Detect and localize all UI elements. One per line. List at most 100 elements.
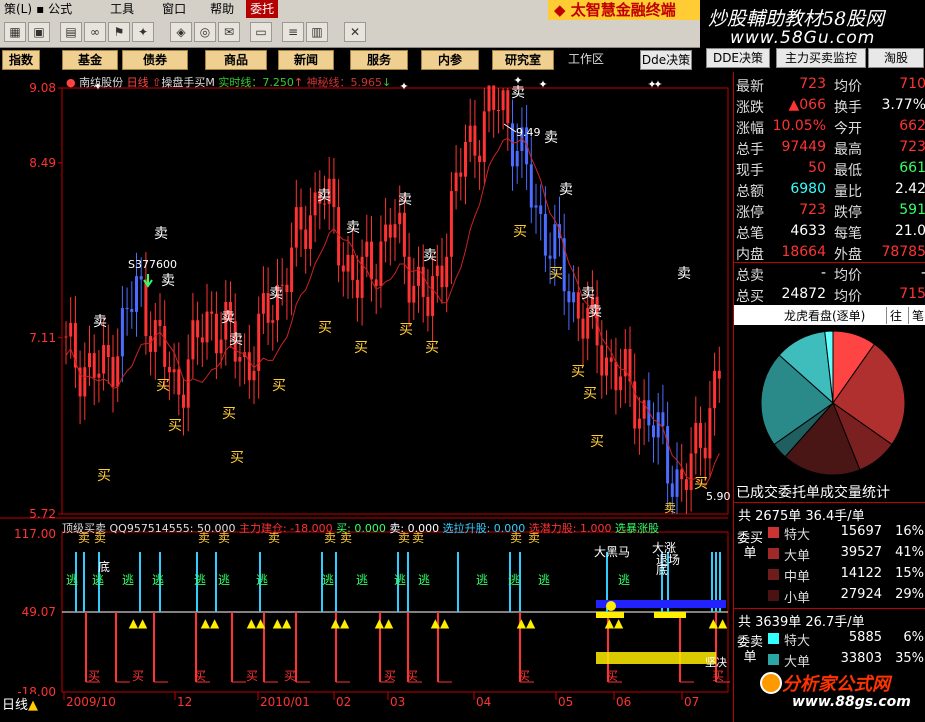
quote-value2: 661 (899, 160, 925, 176)
yellow-zigzag (596, 612, 624, 618)
candle-body (214, 313, 218, 354)
cat-index[interactable]: 指数 (2, 50, 40, 70)
candle-body (478, 155, 482, 163)
cat-research[interactable]: 研究室 (492, 50, 554, 70)
up-arrow-icon: ↑ (293, 76, 304, 89)
list-icon[interactable]: ≡ (282, 22, 304, 42)
sub-xuanbao: 选暴涨股 (614, 522, 659, 535)
candle-body (506, 90, 510, 124)
sub-buy-label: 买 (384, 669, 396, 683)
period-tab[interactable]: 日线▲ (2, 694, 39, 713)
candle-body (304, 229, 308, 249)
sell-signal: 卖 (677, 266, 691, 282)
menu-item-trade[interactable]: 委托 (246, 0, 279, 18)
escape-label: 逃 (538, 573, 550, 587)
quote-label2: 均价 (834, 268, 862, 284)
quote-label2: 今开 (834, 121, 862, 137)
cat-insider[interactable]: 内参 (421, 50, 479, 70)
star-marker: ✦ (399, 80, 408, 93)
quote-label2: 最低 (834, 163, 862, 179)
bulb-icon[interactable]: ✦ (132, 22, 154, 42)
quote-value2: 715 (899, 286, 925, 302)
candle-body (684, 479, 688, 491)
quote-value: 4633 (790, 223, 826, 239)
harden-label: 坚决 (705, 656, 727, 669)
quote-value: 18664 (781, 244, 826, 260)
escape-label: 逃 (394, 573, 406, 587)
cat-news[interactable]: 新闻 (278, 50, 334, 70)
candle-body (191, 320, 195, 360)
candle-body (69, 322, 73, 337)
mail-icon[interactable]: ✉ (218, 22, 240, 42)
candle-body (543, 213, 547, 256)
menu-spacer (138, 0, 158, 18)
dragon-tiger-tab1[interactable]: 往 (886, 307, 902, 324)
menu-item-formula[interactable]: 公式 (44, 0, 76, 18)
yellow-dot-marker (606, 601, 616, 611)
menu-item-strategy[interactable]: 策(L) (0, 0, 36, 18)
dragon-tiger-bar[interactable]: 龙虎看盘(逐单) 往 笔 (734, 305, 925, 325)
moving-average-line (65, 137, 720, 487)
menu-item-help[interactable]: 帮助 (206, 0, 238, 18)
candle-body (290, 247, 294, 292)
cat-commodity[interactable]: 商品 (205, 50, 267, 70)
window-icon[interactable]: ▭ (250, 22, 272, 42)
quote-value: 10.05% (772, 118, 826, 134)
sell-signal: 卖 (581, 286, 595, 302)
buy-signal: 买 (272, 378, 286, 394)
quote-label: 总买 (736, 289, 764, 305)
x-axis-label: 2010/01 (260, 695, 310, 709)
menu-item-tools[interactable]: 工具 (106, 0, 138, 18)
candle-body (83, 367, 87, 397)
sell-signal: 卖 (93, 314, 107, 330)
candle-body (675, 469, 679, 497)
diamond-icon[interactable]: ◈ (170, 22, 192, 42)
candle-body (492, 85, 496, 110)
target-icon[interactable]: ◎ (194, 22, 216, 42)
chart-icon[interactable]: ▤ (60, 22, 82, 42)
stat-value: 15697 (840, 524, 882, 539)
watermark-top-title: 炒股輔助教材58股网 (708, 8, 885, 30)
cat-service[interactable]: 服务 (350, 50, 408, 70)
candle-body (219, 339, 223, 354)
kline-chart-area[interactable]: 9.08 8.49 7.11 5.72 117.00 49.07 -18.00 2009/10… (0, 72, 733, 722)
quote-label: 总手 (736, 142, 764, 158)
candle-body (713, 370, 717, 409)
candle-body (539, 205, 543, 214)
yellow-zigzag (654, 612, 686, 618)
quote-label: 最新 (736, 79, 764, 95)
candle-body (398, 212, 402, 225)
candle-body (689, 453, 693, 491)
menu-item-window[interactable]: 窗口 (158, 0, 190, 18)
dragon-tiger-tab2[interactable]: 笔 (908, 307, 924, 324)
binoculars-icon[interactable]: ∞ (84, 22, 106, 42)
grid-icon[interactable]: ▦ (4, 22, 26, 42)
sell-signal: 卖 (346, 220, 360, 236)
candle-body (299, 207, 303, 230)
buy-signal: 买 (318, 320, 332, 336)
buy-signal: 买 (156, 378, 170, 394)
cat-dde2[interactable]: DDE决策 (706, 48, 770, 68)
x-axis-label: 02 (336, 695, 351, 709)
cat-bond[interactable]: 债券 (122, 50, 188, 70)
candle-body (464, 141, 467, 177)
cat-workspace[interactable]: 工作区 (562, 50, 610, 70)
columns-icon[interactable]: ▥ (306, 22, 328, 42)
cat-dde[interactable]: Dde决策 (640, 50, 692, 70)
buy-signal: 买 (549, 266, 563, 282)
buy-stats-label: 委买单 (735, 531, 765, 561)
candle-body (210, 311, 214, 314)
stat-name: 小单 (784, 591, 811, 606)
buy-signal: 买 (583, 386, 597, 402)
candle-body (97, 373, 101, 378)
close-box-icon[interactable]: ✕ (344, 22, 366, 42)
stat-name: 大单 (784, 549, 811, 564)
cat-main-force[interactable]: 主力买卖监控 (776, 48, 866, 68)
cat-taogu[interactable]: 淘股 (868, 48, 924, 68)
sub-zhuli: 主力建仓: -18.000 (239, 522, 333, 535)
candle-body (116, 356, 120, 387)
book-icon[interactable]: ▣ (28, 22, 50, 42)
quote-label: 涨停 (736, 205, 764, 221)
flag-icon[interactable]: ⚑ (108, 22, 130, 42)
cat-fund[interactable]: 基金 (62, 50, 118, 70)
